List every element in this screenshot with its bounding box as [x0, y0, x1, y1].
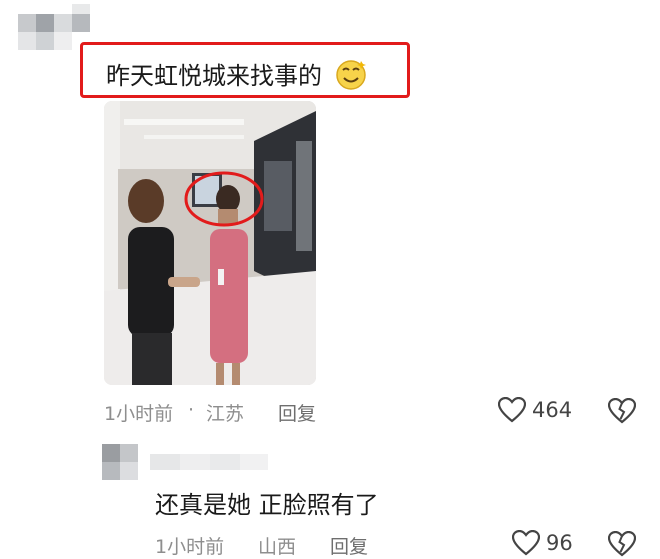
- comment-2-like-count: 96: [546, 531, 573, 555]
- separator-dot: ·: [188, 399, 195, 421]
- avatar-comment-2[interactable]: [102, 444, 138, 480]
- comment-1-like-button[interactable]: 464: [498, 397, 572, 423]
- comment-2-dislike-button[interactable]: [608, 531, 636, 557]
- comment-1-location: 江苏: [206, 403, 245, 425]
- broken-heart-icon: [608, 531, 636, 557]
- comment-1-time: 1小时前: [104, 403, 174, 425]
- comment-1-reply-button[interactable]: 回复: [278, 399, 316, 426]
- heart-icon: [498, 397, 526, 423]
- comment-2-like-button[interactable]: 96: [512, 530, 573, 556]
- comment-1-text: 昨天虹悦城来找事的: [106, 62, 322, 90]
- smiling-face-emoji: [336, 60, 366, 90]
- comment-1-like-count: 464: [532, 398, 573, 422]
- broken-heart-icon: [608, 398, 636, 424]
- comment-2-text: 还真是她 正脸照有了: [155, 491, 379, 519]
- heart-icon: [512, 530, 540, 556]
- comment-2-username-blurred[interactable]: [150, 454, 268, 470]
- comment-1-photo[interactable]: [104, 101, 316, 385]
- avatar-comment-1[interactable]: [18, 4, 90, 50]
- comment-1-dislike-button[interactable]: [608, 398, 636, 424]
